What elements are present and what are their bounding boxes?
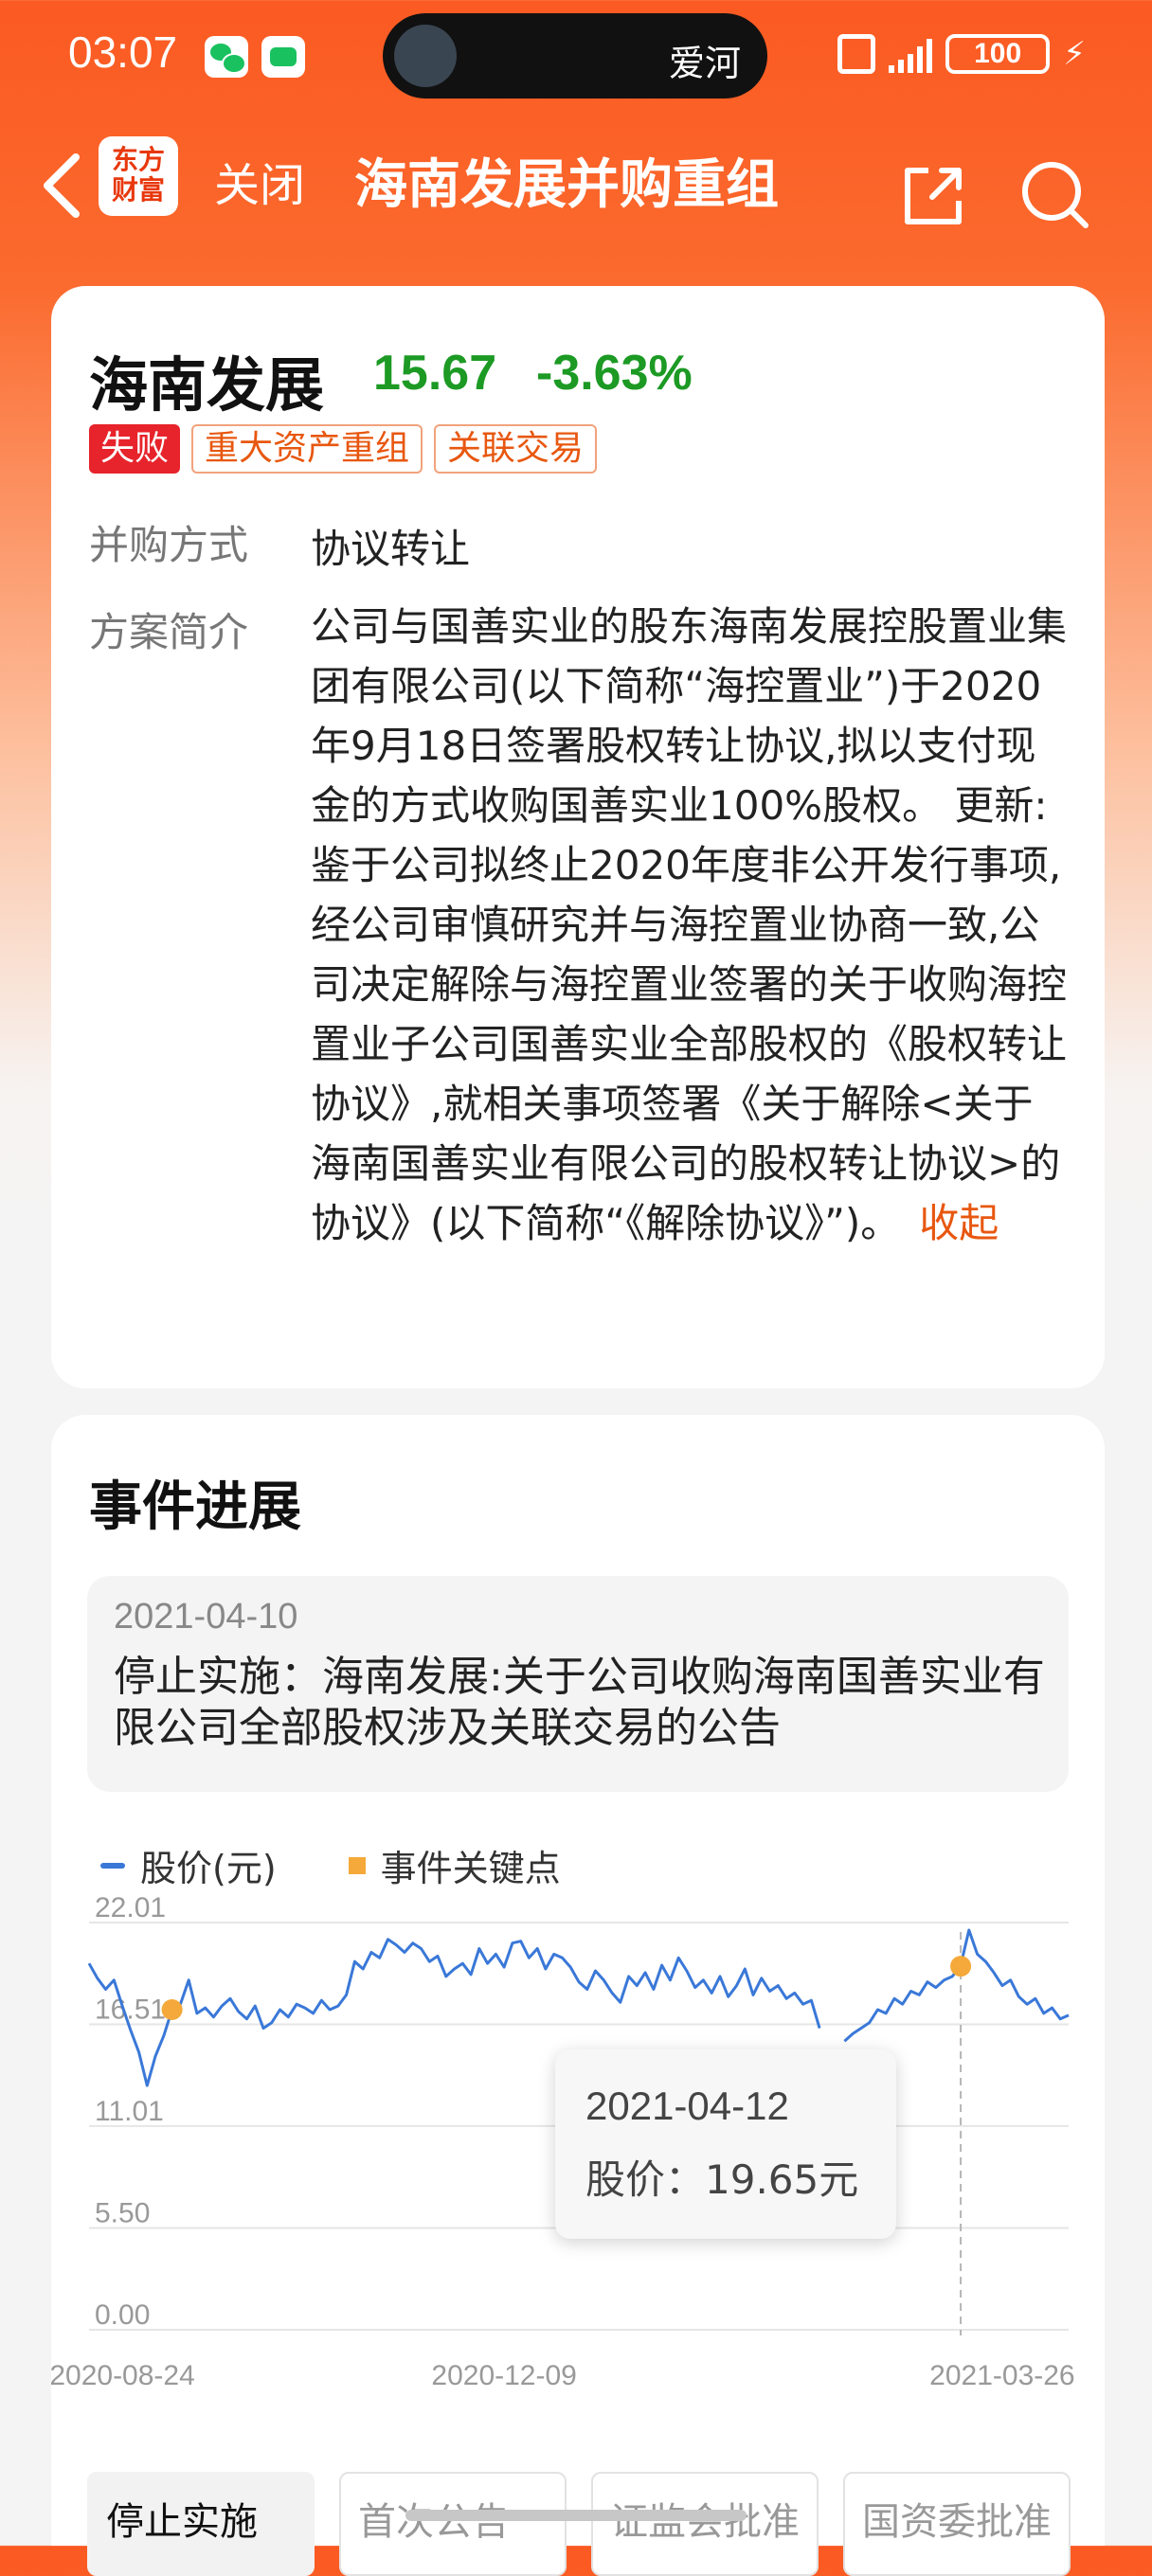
page-title: 海南发展并购重组 [354,154,779,216]
vibrate-icon [837,34,876,74]
stage-tab-first-announcement[interactable]: 首次公告 [339,2472,567,2576]
x-tick-label: 2021-03-26 [929,2360,1074,2391]
stock-price: 15.67 [373,346,497,401]
battery-icon: 100 [945,34,1051,74]
method-label: 并购方式 [89,522,249,568]
summary-text: 公司与国善实业的股东海南发展控股置业集团有限公司(以下简称“海控置业”)于202… [311,603,1068,1246]
stage-tab-csrc-approval[interactable]: 证监会批准 [591,2472,819,2576]
album-art [394,25,457,87]
system-icons: 100 ⚡ [837,34,1086,74]
event-date: 2021-04-10 [114,1597,298,1637]
tag-major-restructure: 重大资产重组 [191,424,423,474]
app-logo[interactable]: 东方 财富 [99,136,178,216]
back-arrow-icon[interactable] [34,148,91,224]
x-tick-label: 2020-08-24 [51,2360,195,2391]
share-icon[interactable] [900,161,968,229]
y-tick-label: 16.51 [95,1994,166,2025]
event-marker [950,1956,972,1977]
deal-info-card: 海南发展 15.67 -3.63% 失败 重大资产重组 关联交易 并购方式 协议… [51,286,1105,1388]
y-tick-label: 11.01 [95,2096,164,2127]
stage-tabs: 停止实施 首次公告 证监会批准 国资委批准 [87,2472,1071,2576]
tag-list: 失败 重大资产重组 关联交易 [89,424,598,474]
nav-bar: 东方 财富 关闭 海南发展并购重组 [0,123,1152,237]
tooltip-date: 2021-04-12 [585,2084,789,2128]
search-icon[interactable] [1017,157,1093,233]
close-button[interactable]: 关闭 [214,148,305,214]
wechat-pay-icon [261,36,305,78]
stage-tab-sasac-approval[interactable]: 国资委批准 [843,2472,1071,2576]
section-title: 事件进展 [89,1476,301,1538]
now-playing-title: 爱河 [668,43,741,84]
stock-name[interactable]: 海南发展 [89,337,324,422]
latest-event[interactable]: 2021-04-10 停止实施：海南发展:关于公司收购海南国善实业有限公司全部股… [87,1576,1069,1792]
chart-tooltip: 2021-04-12 股价：19.65元 [555,2049,896,2239]
stage-tab-stopped[interactable]: 停止实施 [87,2472,315,2576]
now-playing-pill[interactable]: 爱河 [383,13,767,98]
y-tick-label: 22.01 [95,1892,166,1923]
collapse-button[interactable]: 收起 [919,1200,999,1246]
status-badge: 失败 [89,424,181,474]
method-value: 协议转让 [311,526,471,572]
legend-line-swatch [100,1862,125,1869]
event-text: 停止实施：海南发展:关于公司收购海南国善实业有限公司全部股权涉及关联交易的公告 [114,1653,1045,1752]
charging-icon: ⚡ [1063,35,1086,73]
legend-event: 事件关键点 [380,1848,561,1889]
clock: 03:07 [68,27,178,77]
home-indicator[interactable] [405,2510,747,2521]
y-tick-label: 5.50 [95,2198,150,2229]
chart-legend: 股价(元) 事件关键点 [100,1839,561,1891]
signal-icon [889,35,933,73]
legend-price: 股价(元) [140,1848,277,1889]
x-tick-label: 2020-12-09 [431,2360,576,2391]
wechat-icon [205,36,248,78]
event-marker [161,1999,183,2021]
tooltip-price: 股价：19.65元 [585,2156,859,2203]
summary-label: 方案简介 [89,609,249,655]
legend-event-swatch [348,1856,366,1874]
event-progress-card: 事件进展 2021-04-10 停止实施：海南发展:关于公司收购海南国善实业有限… [51,1415,1105,2576]
tag-related-transaction: 关联交易 [434,424,598,474]
y-tick-label: 0.00 [95,2299,150,2331]
status-bar: 03:07 爱河 100 ⚡ [0,0,1152,114]
stock-change: -3.63% [536,346,693,401]
